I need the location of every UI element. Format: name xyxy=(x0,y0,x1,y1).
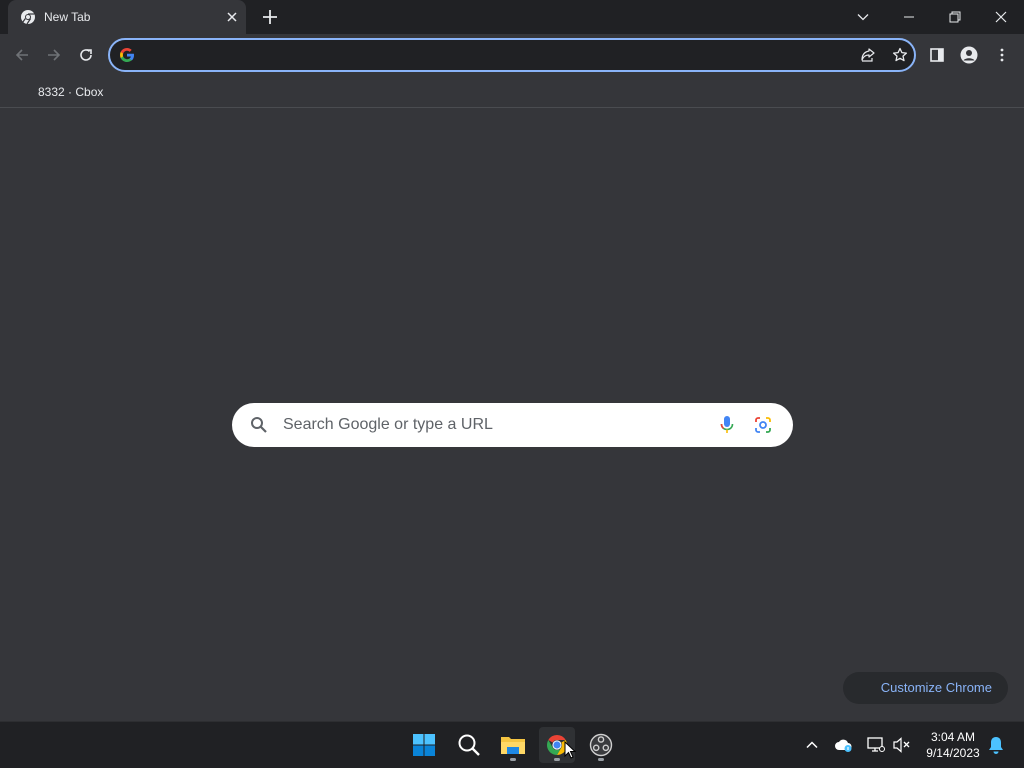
system-clock[interactable]: 3:04 AM 9/14/2023 xyxy=(920,729,986,761)
toolbar xyxy=(0,34,1024,76)
back-button[interactable] xyxy=(8,41,36,69)
restore-icon xyxy=(949,11,961,23)
chrome-icon xyxy=(21,10,35,25)
forward-button[interactable] xyxy=(40,41,68,69)
microphone-icon xyxy=(720,416,734,433)
ntp-search-box[interactable] xyxy=(232,403,793,447)
taskbar-search-button[interactable] xyxy=(451,727,487,763)
address-input[interactable] xyxy=(144,44,844,66)
more-vert-icon xyxy=(1000,48,1004,62)
start-button[interactable] xyxy=(406,727,442,763)
arrow-right-icon xyxy=(48,49,61,61)
restore-button[interactable] xyxy=(932,0,978,34)
address-bar[interactable] xyxy=(108,38,916,72)
notifications-button[interactable] xyxy=(986,735,1006,755)
obs-icon xyxy=(589,733,613,757)
voice-search-button[interactable] xyxy=(715,413,739,437)
bookmark-star-button[interactable] xyxy=(886,41,914,69)
start-icon xyxy=(413,734,435,756)
clock-time: 3:04 AM xyxy=(930,730,976,744)
side-panel-button[interactable] xyxy=(923,41,951,69)
speaker-muted-icon xyxy=(893,737,910,753)
taskbar: 3:04 AM 9/14/2023 xyxy=(0,721,1024,768)
customize-chrome-button[interactable]: Customize Chrome xyxy=(843,672,1008,704)
search-icon xyxy=(247,413,271,437)
close-window-button[interactable] xyxy=(978,0,1024,34)
profile-button[interactable] xyxy=(955,41,983,69)
arrow-left-icon xyxy=(15,49,28,61)
ntp-search-input[interactable] xyxy=(283,414,703,436)
running-indicator xyxy=(554,758,560,761)
bookmark-item[interactable]: 8332 · Cbox xyxy=(30,81,111,103)
onedrive-tray-button[interactable] xyxy=(834,735,854,755)
google-lens-icon xyxy=(755,417,771,433)
menu-button[interactable] xyxy=(988,41,1016,69)
new-tab-button[interactable] xyxy=(258,5,282,29)
share-icon xyxy=(861,48,875,62)
tab-title: New Tab xyxy=(44,10,91,24)
reload-icon xyxy=(80,49,92,61)
close-icon xyxy=(995,11,1007,23)
bookmarks-bar: 8332 · Cbox xyxy=(0,76,1024,108)
minimize-button[interactable] xyxy=(886,0,932,34)
volume-tray-button[interactable] xyxy=(892,735,912,755)
new-tab-page: Customize Chrome xyxy=(0,109,1024,721)
chevron-up-icon xyxy=(806,741,818,749)
cloud-icon xyxy=(835,739,852,752)
avatar-icon xyxy=(960,46,978,64)
google-icon xyxy=(120,48,134,62)
share-button[interactable] xyxy=(854,41,882,69)
mouse-cursor-icon xyxy=(564,741,576,759)
close-icon[interactable] xyxy=(224,9,240,25)
tab-search-button[interactable] xyxy=(840,0,886,34)
star-icon xyxy=(892,47,908,62)
obs-taskbar-button[interactable] xyxy=(583,727,619,763)
network-tray-button[interactable] xyxy=(866,735,886,755)
tab-new-tab[interactable]: New Tab xyxy=(8,0,246,34)
bell-icon xyxy=(989,737,1003,754)
running-indicator xyxy=(598,758,604,761)
reload-button[interactable] xyxy=(72,41,100,69)
minimize-icon xyxy=(904,16,914,18)
network-icon xyxy=(867,737,885,752)
running-indicator xyxy=(510,758,516,761)
chevron-down-icon xyxy=(857,14,869,21)
file-explorer-button[interactable] xyxy=(495,727,531,763)
title-bar: New Tab xyxy=(0,0,1024,34)
search-icon xyxy=(458,734,480,756)
lens-search-button[interactable] xyxy=(751,413,775,437)
file-explorer-icon xyxy=(501,737,525,754)
side-panel-icon xyxy=(930,48,944,62)
clock-date: 9/14/2023 xyxy=(926,746,980,760)
show-hidden-icons-button[interactable] xyxy=(802,735,822,755)
